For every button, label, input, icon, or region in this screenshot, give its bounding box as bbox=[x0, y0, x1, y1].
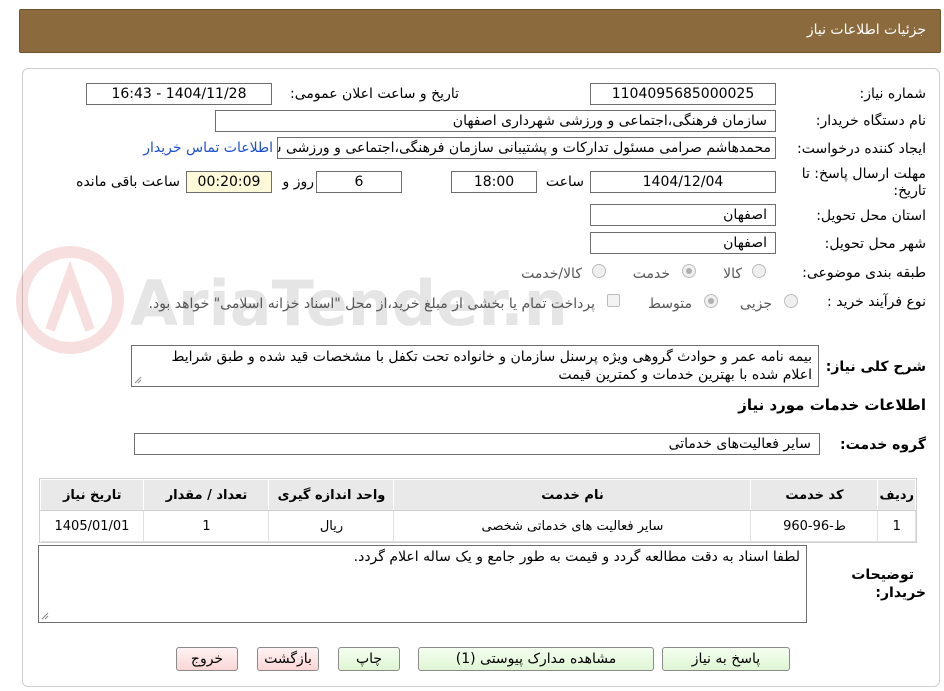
deadline-label: مهلت ارسال پاسخ: تا bbox=[801, 166, 926, 182]
buyer-notes-label: توضیحات bbox=[851, 567, 914, 583]
cell-service-code: ط-96-960 bbox=[750, 510, 879, 542]
deadline-label-date: تاریخ: bbox=[893, 183, 926, 199]
cell-need-date: 1405/01/01 bbox=[40, 510, 145, 542]
deadline-time-label: ساعت bbox=[545, 174, 584, 190]
need-number-field[interactable]: 1104095685000025 bbox=[590, 83, 776, 105]
services-table: ردیف کد خدمت نام خدمت واحد اندازه گیری ت… bbox=[39, 478, 917, 543]
print-button[interactable]: چاپ bbox=[338, 647, 400, 671]
process-radio-medium[interactable] bbox=[704, 294, 718, 308]
category-option-goods-service: کالا/خدمت bbox=[521, 266, 582, 282]
category-option-goods: کالا bbox=[723, 266, 742, 282]
requester-label: ایجاد کننده درخواست: bbox=[797, 141, 926, 157]
summary-label: شرح کلی نیاز: bbox=[825, 359, 926, 375]
treasury-payment-checkbox[interactable] bbox=[607, 294, 620, 307]
buyer-org-field[interactable]: سازمان فرهنگی،اجتماعی و ورزشی شهرداری اص… bbox=[215, 110, 776, 132]
buyer-org-label: نام دستگاه خریدار: bbox=[815, 113, 926, 129]
category-label: طبقه بندی موضوعی: bbox=[802, 265, 926, 281]
service-group-field[interactable]: سایر فعالیت‌های خدماتی bbox=[134, 433, 820, 455]
page-header: جزئیات اطلاعات نیاز bbox=[19, 9, 941, 53]
city-field[interactable]: اصفهان bbox=[590, 232, 776, 254]
requester-field[interactable]: محمدهاشم صرامی مسئول تدارکات و پشتیبانی … bbox=[277, 137, 776, 159]
table-row[interactable]: 1 ط-96-960 سایر فعالیت های خدماتی شخصی ر… bbox=[40, 510, 916, 542]
remaining-label: ساعت باقی مانده bbox=[76, 174, 180, 190]
services-section-title: اطلاعات خدمات مورد نیاز bbox=[738, 396, 926, 414]
buyer-notes-text: لطفا اسناد به دقت مطالعه گردد و قیمت به … bbox=[353, 549, 800, 565]
province-label: استان محل تحویل: bbox=[816, 208, 926, 224]
table-header-row: ردیف کد خدمت نام خدمت واحد اندازه گیری ت… bbox=[39, 479, 916, 511]
category-radio-goods[interactable] bbox=[752, 264, 766, 278]
view-attachments-button[interactable]: مشاهده مدارک پیوستی (1) bbox=[418, 647, 654, 671]
service-group-label: گروه خدمت: bbox=[840, 437, 926, 453]
summary-textarea[interactable]: بیمه نامه عمر و حوادث گروهی ویژه پرسنل س… bbox=[131, 345, 819, 387]
col-header-service-name: نام خدمت bbox=[393, 479, 752, 511]
cell-quantity: 1 bbox=[143, 510, 270, 542]
page-title: جزئیات اطلاعات نیاز bbox=[806, 22, 926, 38]
days-field[interactable]: 6 bbox=[316, 171, 402, 193]
buyer-notes-label-2: خریدار: bbox=[875, 585, 926, 601]
cell-row-number: 1 bbox=[877, 510, 916, 542]
category-radio-service[interactable] bbox=[682, 264, 696, 278]
announce-date-label: تاریخ و ساعت اعلان عمومی: bbox=[290, 86, 459, 102]
process-radio-minor[interactable] bbox=[784, 294, 798, 308]
city-label: شهر محل تحویل: bbox=[824, 236, 926, 252]
col-header-need-date: تاریخ نیاز bbox=[39, 479, 145, 511]
col-header-quantity: تعداد / مقدار bbox=[143, 479, 270, 511]
cell-service-name: سایر فعالیت های خدماتی شخصی bbox=[393, 510, 752, 542]
announce-date-field[interactable]: 1404/11/28 - 16:43 bbox=[86, 83, 272, 105]
reply-button[interactable]: پاسخ به نیاز bbox=[662, 647, 790, 671]
buyer-notes-textarea[interactable]: لطفا اسناد به دقت مطالعه گردد و قیمت به … bbox=[38, 545, 807, 623]
summary-text: بیمه نامه عمر و حوادث گروهی ویژه پرسنل س… bbox=[171, 349, 812, 383]
process-option-medium: متوسط bbox=[648, 296, 692, 312]
province-field[interactable]: اصفهان bbox=[590, 204, 776, 226]
deadline-time-field[interactable]: 18:00 bbox=[451, 171, 537, 193]
process-option-minor: جزیی bbox=[740, 296, 772, 312]
need-number-label: شماره نیاز: bbox=[859, 86, 927, 102]
deadline-date-field[interactable]: 1404/12/04 bbox=[590, 171, 776, 193]
process-label: نوع فرآیند خرید : bbox=[827, 294, 926, 310]
resize-handle-icon[interactable] bbox=[41, 612, 49, 620]
treasury-payment-note: پرداخت تمام یا بخشی از مبلغ خرید،از محل … bbox=[148, 296, 595, 312]
days-label: روز و bbox=[282, 174, 315, 190]
back-button[interactable]: بازگشت bbox=[257, 647, 319, 671]
category-option-service: خدمت bbox=[632, 266, 670, 282]
category-radio-goods-service[interactable] bbox=[592, 264, 606, 278]
buyer-contact-link[interactable]: اطلاعات تماس خریدار bbox=[143, 140, 273, 156]
exit-button[interactable]: خروج bbox=[176, 647, 238, 671]
col-header-row-number: ردیف bbox=[877, 479, 916, 511]
col-header-unit: واحد اندازه گیری bbox=[268, 479, 395, 511]
col-header-service-code: کد خدمت bbox=[750, 479, 879, 511]
resize-handle-icon[interactable] bbox=[134, 376, 142, 384]
remaining-time-field: 00:20:09 bbox=[186, 171, 272, 193]
cell-unit: ریال bbox=[268, 510, 395, 542]
